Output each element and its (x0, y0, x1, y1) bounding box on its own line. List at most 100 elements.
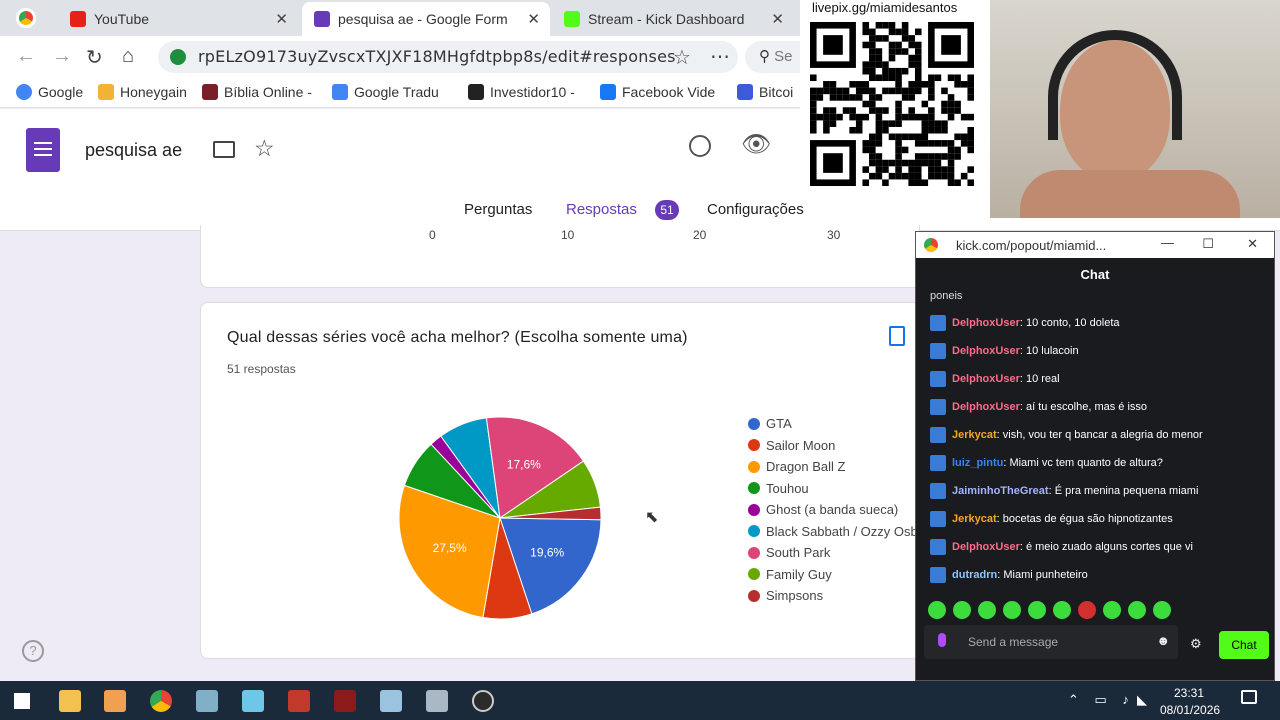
reload-icon[interactable]: ↻ (86, 45, 103, 70)
chat-username[interactable]: DelphoxUser (952, 541, 1020, 553)
wifi-icon[interactable]: ◣ (1137, 692, 1147, 708)
obs-icon[interactable] (472, 690, 494, 712)
bookmark-google[interactable]: Google (16, 84, 83, 100)
tab-youtube[interactable]: YouTube ✕ (58, 2, 298, 36)
legend-label: Sailor Moon (766, 437, 836, 453)
chat-username[interactable]: Jerkycat (952, 429, 997, 441)
tab-label: Stream - Kick Dashboard (588, 11, 745, 27)
star-icon[interactable]: ☆ (254, 135, 275, 162)
chat-username[interactable]: DelphoxUser (952, 345, 1020, 357)
kick-icon (564, 11, 580, 27)
notifications-icon[interactable] (1241, 690, 1257, 704)
bookmark-label: Google Tradu (354, 84, 439, 100)
image-viewer-icon[interactable] (380, 690, 402, 712)
system-tray-icons[interactable]: ⌃ ▭ ♪ (1068, 692, 1135, 708)
emote-icon[interactable] (1028, 601, 1046, 619)
legend-swatch (748, 439, 760, 451)
chat-text: : é meio zuado alguns cortes que vi (1019, 541, 1193, 553)
close-icon[interactable]: ✕ (1247, 236, 1258, 252)
chat-message: Jerkycat: vish, vou ter q bancar a alegr… (930, 427, 1203, 443)
chat-message: DelphoxUser: 10 lulacoin (930, 343, 1079, 359)
chat-username[interactable]: dutradrn (952, 569, 997, 581)
close-icon[interactable]: ✕ (527, 10, 540, 28)
tab-label: pesquisa ae - Google Form (338, 11, 508, 27)
help-circle-icon[interactable]: ? (22, 640, 44, 662)
emote-icon[interactable] (928, 601, 946, 619)
form-title[interactable]: pesquisa ae (85, 140, 182, 161)
windows-start-icon[interactable] (14, 693, 30, 709)
chat-send-button[interactable]: Chat (1219, 631, 1269, 659)
app-icon[interactable] (196, 690, 218, 712)
chat-message: DelphoxUser: 10 real (930, 371, 1060, 387)
bookmark-facebook[interactable]: Facebook Vide (600, 84, 715, 100)
file-explorer-icon[interactable] (59, 690, 81, 712)
emote-icon[interactable] (1153, 601, 1171, 619)
bookmark-honeygain[interactable]: Honeygain (98, 84, 187, 100)
forward-icon[interactable]: → (52, 45, 72, 68)
chrome-taskbar-icon[interactable] (150, 690, 172, 712)
chat-username[interactable]: DelphoxUser (952, 401, 1020, 413)
settings-gear-icon[interactable]: ⚙ (1190, 636, 1202, 652)
tab-kick-dashboard[interactable]: Stream - Kick Dashboard ✕ (552, 2, 794, 36)
flash-icon[interactable] (334, 690, 356, 712)
copy-chart-icon[interactable] (889, 326, 905, 346)
bookmark-bitcoin[interactable]: Bitcoi (737, 84, 793, 100)
legend-label: Dragon Ball Z (766, 459, 846, 474)
chat-text: : aí tu escolhe, mas é isso (1019, 401, 1148, 413)
chat-username[interactable]: Jerkycat (952, 513, 997, 525)
more-icon[interactable]: ⋯ (710, 44, 730, 69)
chrome-logo-icon (16, 8, 36, 28)
emote-icon[interactable] (1003, 601, 1021, 619)
user-badge-icon (930, 511, 946, 527)
bookmark-label: Bíblia Online - (224, 84, 312, 100)
home-icon[interactable]: ⌂ (122, 45, 134, 68)
emote-icon[interactable] (1128, 601, 1146, 619)
search-stub: Se (774, 48, 793, 65)
clock-time[interactable]: 23:31 (1174, 686, 1204, 700)
chat-username[interactable]: DelphoxUser (952, 317, 1020, 329)
chat-message: Jerkycat: bocetas de égua são hipnotizan… (930, 511, 1173, 527)
back-icon[interactable]: ← (16, 45, 36, 68)
close-icon[interactable]: ✕ (771, 10, 784, 28)
chat-input-placeholder: Send a message (968, 635, 1059, 649)
notepad-icon[interactable] (242, 690, 264, 712)
pie-data-label: 27,5% (433, 541, 467, 555)
bookmark-tradutor[interactable]: Google Tradu (332, 84, 439, 100)
emote-icon[interactable] (953, 601, 971, 619)
close-icon[interactable]: ✕ (275, 10, 288, 28)
legend-item: South Park (748, 545, 830, 560)
chat-username[interactable]: JaiminhoTheGreat (952, 485, 1049, 497)
bookmark-biblia[interactable]: Bíblia Online - (202, 84, 312, 100)
tab-perguntas[interactable]: Perguntas (464, 201, 532, 218)
mic-icon[interactable] (938, 633, 946, 647)
chat-username[interactable]: luiz_pintu (952, 457, 1003, 469)
calculator-icon[interactable] (288, 690, 310, 712)
emote-icon[interactable] (1053, 601, 1071, 619)
minimize-icon[interactable]: — (1161, 235, 1174, 250)
bookmark-investidor10[interactable]: Investidor10 - (468, 84, 575, 100)
bookmark-star-icon[interactable]: ☆ (673, 45, 691, 70)
emote-icon[interactable] (978, 601, 996, 619)
emoji-icon[interactable]: ☻ (1156, 633, 1170, 648)
clock-date[interactable]: 08/01/2026 (1160, 703, 1220, 717)
legend-item: Ghost (a banda sueca) (748, 502, 898, 517)
chat-window-titlebar: kick.com/popout/miamid... — ☐ ✕ (916, 232, 1274, 258)
url-bar[interactable]: rpELzO9173uyZvscxTXJXF18MHgfdtpbp8s/edit… (158, 41, 738, 73)
chat-input[interactable]: Send a message ☻ (924, 625, 1178, 659)
pie-chart: 19,6% 27,5% 17,6% (398, 416, 602, 620)
folder-icon[interactable] (213, 141, 235, 158)
tab-configuracoes[interactable]: Configurações (707, 201, 804, 218)
chat-username[interactable]: DelphoxUser (952, 373, 1020, 385)
remote-desktop-icon[interactable] (426, 690, 448, 712)
tab-google-forms[interactable]: pesquisa ae - Google Form ✕ (302, 2, 550, 36)
palette-icon[interactable] (689, 135, 711, 157)
previous-question-card (200, 225, 920, 288)
maximize-icon[interactable]: ☐ (1202, 236, 1214, 252)
media-player-icon[interactable] (104, 690, 126, 712)
bookmark-label: Investidor10 - (490, 84, 575, 100)
emote-icon[interactable] (1078, 601, 1096, 619)
search-box[interactable]: ⚲ Se (745, 41, 800, 73)
legend-swatch (748, 568, 760, 580)
emote-icon[interactable] (1103, 601, 1121, 619)
preview-eye-icon[interactable]: 👁 (741, 130, 771, 159)
